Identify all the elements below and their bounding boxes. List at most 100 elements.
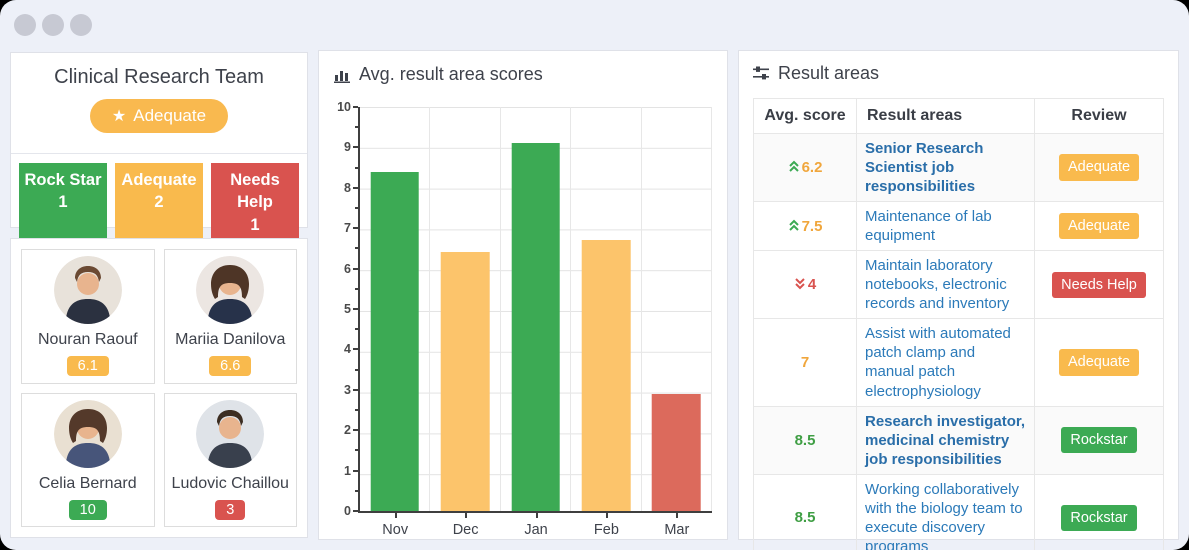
bar-nov[interactable] (370, 171, 419, 511)
column-header-avg-score: Avg. score (753, 98, 857, 134)
column-header-review: Review (1034, 98, 1164, 134)
result-area-row[interactable]: 8.5 Working collaboratively with the biol… (753, 473, 1164, 550)
y-axis-tick (355, 287, 358, 290)
result-areas-title: Result areas (778, 63, 880, 83)
result-area-cell: Assist with automated patch clamp and ma… (856, 318, 1035, 407)
stat-label: Adequate (121, 171, 197, 189)
member-avatar (53, 256, 122, 325)
bar-feb[interactable] (581, 240, 631, 511)
window-dot-icon (70, 14, 92, 36)
stat-value: 1 (250, 215, 260, 234)
result-areas-table: Avg. score Result areas Review 6.2 Senior R… (753, 98, 1164, 550)
review-badge: Needs Help (1052, 271, 1146, 298)
member-score-badge: 10 (68, 499, 107, 520)
member-card-ludovic-chaillou[interactable]: Ludovic Chaillou 3 (163, 392, 297, 527)
team-stat-needs-help: Needs Help 1 (211, 163, 299, 243)
y-axis-tick (355, 247, 358, 250)
member-name: Celia Bernard (38, 474, 137, 492)
avg-score-cell: 4 (753, 250, 857, 320)
y-tick-label: 10 (337, 100, 351, 114)
team-rating-label: Adequate (133, 106, 207, 125)
stat-value: 2 (154, 193, 164, 212)
chart-column-jan (501, 107, 572, 518)
review-cell: Adequate (1034, 132, 1164, 203)
review-cell: Rockstar (1034, 405, 1164, 475)
chart-plot-area (353, 106, 713, 518)
team-members-panel: Nouran Raouf 6.1 Mariia Danilova 6.6 Celia B… (10, 238, 308, 538)
y-tick-label: 3 (344, 382, 351, 397)
bar-chart-icon (334, 70, 350, 83)
team-rating-badge: ★ Adequate (89, 99, 229, 133)
avg-score-cell: 8.5 (753, 405, 857, 475)
y-axis-tick (355, 489, 358, 492)
y-axis-tick (353, 146, 358, 149)
avg-score-cell: 6.2 (753, 132, 857, 203)
y-axis-tick (355, 207, 358, 209)
y-axis-tick (353, 106, 358, 108)
result-area-cell: Maintenance of lab equipment (856, 201, 1035, 252)
x-axis-labels: Nov Dec Jan Feb Mar (360, 522, 712, 538)
result-area-row[interactable]: 7.5 Maintenance of lab equipment Adequate (753, 201, 1164, 252)
avg-score-value: 8.5 (794, 509, 816, 527)
y-axis-tick (355, 166, 358, 169)
y-axis-tick (355, 409, 358, 411)
y-axis-tick (353, 510, 358, 512)
avg-score-value: 7 (800, 353, 810, 371)
y-tick-label: 6 (344, 261, 351, 276)
bar-dec[interactable] (440, 252, 490, 511)
y-axis-tick (353, 429, 358, 432)
window-dot-icon (14, 14, 36, 36)
member-name: Mariia Danilova (175, 331, 286, 349)
y-tick-label: 4 (344, 342, 351, 357)
member-card-celia-bernard[interactable]: Celia Bernard 10 (21, 392, 155, 527)
review-badge: Rockstar (1061, 426, 1137, 454)
team-summary-panel: Clinical Research Team ★ Adequate Rock S… (10, 52, 308, 243)
y-tick-label: 0 (344, 504, 351, 518)
bar-mar[interactable] (652, 393, 701, 511)
chart-columns (360, 107, 713, 518)
member-name: Ludovic Chaillou (171, 474, 289, 492)
member-avatar (196, 399, 265, 468)
y-axis-tick (353, 186, 358, 189)
review-cell: Adequate (1034, 318, 1164, 407)
result-area-cell: Senior Research Scientist job responsibi… (856, 132, 1035, 203)
avg-score-value: 8.5 (794, 431, 816, 449)
member-avatar (53, 399, 122, 468)
y-tick-label: 8 (344, 180, 351, 195)
trend-up-icon (788, 219, 799, 231)
result-area-row[interactable]: 6.2 Senior Research Scientist job respons… (753, 132, 1164, 203)
bar-jan[interactable] (511, 143, 560, 511)
member-score-badge: 6.6 (209, 356, 252, 377)
y-axis-tick (353, 388, 358, 391)
star-icon: ★ (111, 108, 127, 125)
y-axis-tick (353, 308, 358, 310)
avg-score-value: 4 (807, 276, 817, 294)
review-badge: Adequate (1058, 154, 1140, 181)
member-card-nouran-raouf[interactable]: Nouran Raouf 6.1 (21, 249, 155, 384)
chart-column-feb (571, 107, 642, 518)
y-tick-label: 1 (344, 463, 351, 478)
member-score-badge: 3 (215, 499, 246, 520)
result-area-cell: Research investigator, medicinal chemist… (856, 405, 1035, 475)
x-tick-label: Feb (593, 522, 619, 538)
member-card-mariia-danilova[interactable]: Mariia Danilova 6.6 (163, 249, 297, 384)
avg-score-cell: 7.5 (753, 201, 857, 252)
stat-label: Rock Star (24, 171, 102, 189)
result-area-cell: Maintain laboratory notebooks, electroni… (856, 250, 1035, 320)
y-tick-label: 5 (344, 302, 351, 316)
x-tick-label: Dec (452, 522, 479, 538)
y-axis-tick (353, 348, 358, 351)
member-score-badge: 6.1 (66, 356, 109, 377)
dashboard-window: Clinical Research Team ★ Adequate Rock S… (0, 0, 1189, 550)
result-area-row[interactable]: 8.5 Research investigator, medicinal chem… (753, 405, 1164, 475)
y-axis-tick (355, 126, 358, 129)
avg-score-cell: 8.5 (753, 473, 857, 550)
member-avatar (196, 256, 265, 325)
result-area-row[interactable]: 4 Maintain laboratory notebooks, electron… (753, 250, 1164, 320)
y-axis-tick (353, 267, 358, 270)
review-cell: Adequate (1034, 201, 1164, 252)
y-axis-tick (353, 227, 358, 230)
team-header: Clinical Research Team ★ Adequate (11, 53, 307, 154)
result-areas-header: Result areas (753, 63, 1164, 84)
result-area-row[interactable]: 7 Assist with automated patch clamp and m… (753, 318, 1164, 407)
